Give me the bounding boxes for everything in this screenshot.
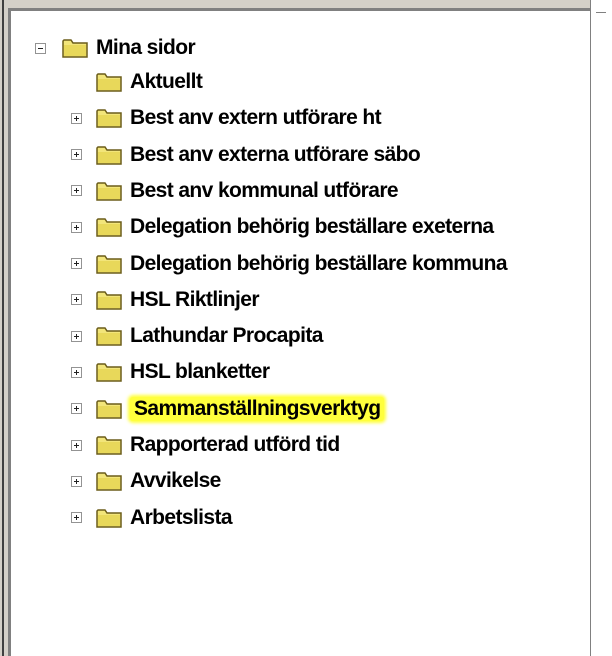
expand-icon[interactable]: [71, 294, 82, 306]
folder-icon: [96, 399, 122, 419]
expand-icon[interactable]: [71, 112, 82, 124]
window-left-border: [0, 0, 9, 656]
tree-item[interactable]: HSL blanketter: [71, 355, 270, 389]
tree-item[interactable]: Best anv extern utförare ht: [71, 101, 382, 135]
folder-icon: [96, 181, 122, 201]
tree-item-label: Best anv kommunal utförare: [130, 178, 399, 202]
collapse-icon[interactable]: [35, 42, 46, 54]
tree-item-label: Delegation behörig beställare exeterna: [130, 215, 494, 239]
tree-item[interactable]: Best anv kommunal utförare: [71, 174, 399, 208]
folder-icon: [96, 435, 122, 455]
tree-item-label: Arbetslista: [130, 505, 233, 529]
expand-icon[interactable]: [71, 439, 82, 451]
folder-icon: [96, 145, 122, 165]
tree-root-row[interactable]: Mina sidor: [35, 31, 196, 65]
folder-icon: [96, 108, 122, 129]
tree-item[interactable]: Delegation behörig beställare exeterna: [71, 210, 494, 244]
tree-item-label: Rapporterad utförd tid: [130, 433, 340, 456]
folder-icon: [96, 254, 122, 274]
tree-item[interactable]: Sammanställningsverktyg: [71, 392, 385, 426]
tree-root-label: Mina sidor: [96, 36, 196, 59]
window-left-border-line: [2, 0, 4, 656]
tree-item-label: Lathundar Procapita: [130, 324, 323, 348]
tree-panel[interactable]: Mina sidor Aktuellt Best anv extern utför…: [9, 9, 590, 656]
folder-icon: [96, 326, 122, 346]
tree-item[interactable]: Aktuellt: [71, 65, 203, 99]
window: Mina sidor Aktuellt Best anv extern utför…: [0, 0, 612, 656]
window-right-mark: [596, 12, 606, 13]
tree-item-label: Delegation behörig beställare kommuna: [130, 251, 508, 275]
expand-icon[interactable]: [71, 475, 82, 487]
tree-item-label: Sammanställningsverktyg: [130, 396, 385, 421]
window-right-border: [590, 0, 612, 656]
tree-item[interactable]: HSL Riktlinjer: [71, 283, 260, 317]
tree-item-label: HSL blanketter: [130, 360, 270, 384]
tree-item-label: Avvikelse: [130, 469, 221, 493]
expand-icon[interactable]: [71, 330, 82, 342]
expand-icon[interactable]: [71, 403, 82, 415]
tree-item[interactable]: Lathundar Procapita: [71, 319, 323, 353]
expand-icon[interactable]: [71, 185, 82, 197]
folder-icon: [96, 217, 122, 237]
folder-icon: [96, 471, 122, 492]
tree-item-label: HSL Riktlinjer: [130, 287, 260, 311]
tree-item[interactable]: Arbetslista: [71, 501, 233, 535]
expand-icon[interactable]: [71, 258, 82, 269]
tree-item-label: Best anv externa utförare säbo: [130, 142, 421, 166]
tree-item[interactable]: Delegation behörig beställare kommuna: [71, 247, 508, 281]
folder-icon: [96, 508, 122, 528]
tree-item[interactable]: Rapporterad utförd tid: [71, 428, 340, 462]
tree-item[interactable]: Best anv externa utförare säbo: [71, 138, 421, 172]
tree-item-label: Aktuellt: [130, 70, 203, 93]
tree-item-label: Best anv extern utförare ht: [130, 106, 382, 130]
tree-item[interactable]: Avvikelse: [71, 464, 221, 498]
window-top-border: [8, 0, 604, 9]
folder-icon: [96, 290, 122, 310]
expand-icon[interactable]: [71, 149, 82, 161]
expand-icon[interactable]: [71, 221, 82, 233]
expand-icon[interactable]: [71, 366, 82, 378]
folder-icon: [96, 72, 122, 92]
expand-icon[interactable]: [71, 512, 82, 524]
folder-icon: [96, 362, 122, 383]
folder-icon: [62, 38, 88, 58]
